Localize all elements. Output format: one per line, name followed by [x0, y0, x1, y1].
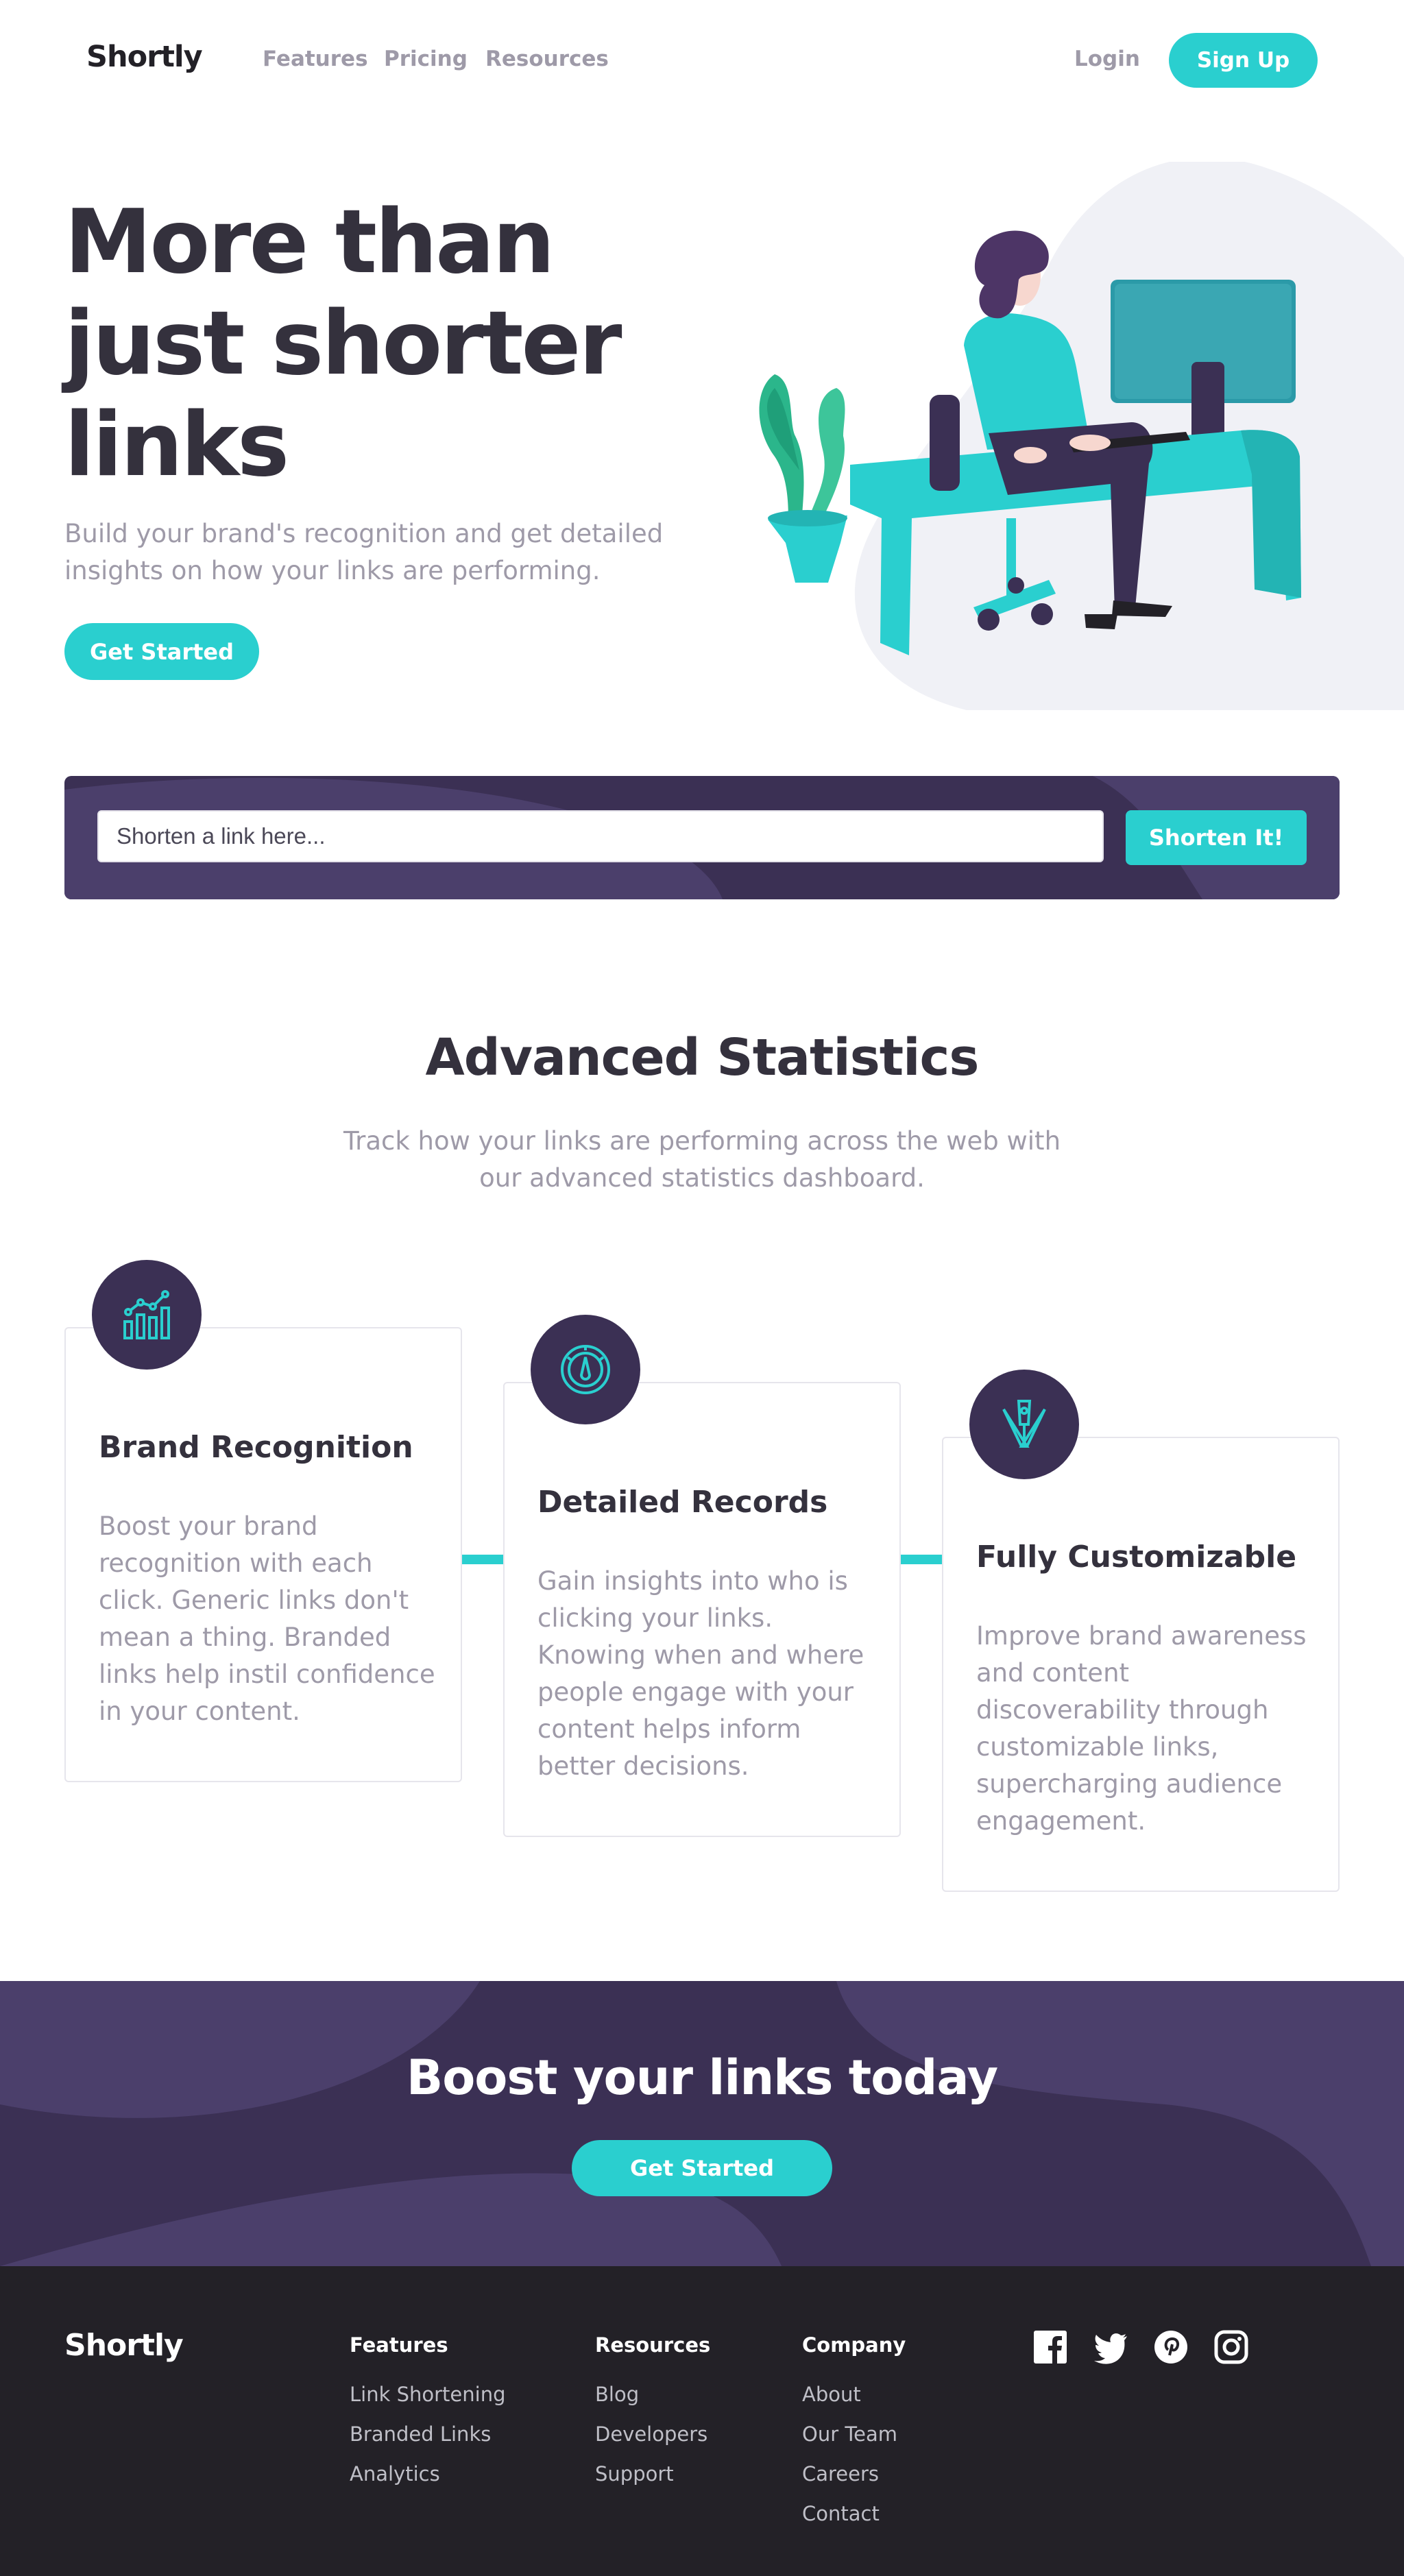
shorten-url-input[interactable]: Shorten a link here... [97, 810, 1104, 862]
instagram-icon[interactable] [1213, 2329, 1249, 2365]
footer-link[interactable]: Link Shortening [350, 2383, 506, 2422]
hero-title: More than just shorter links [64, 192, 654, 496]
card-text: Gain insights into who is clicking your … [537, 1566, 864, 1781]
get-started-button[interactable]: Get Started [64, 623, 259, 680]
footer-logo[interactable]: Shortly [64, 2328, 184, 2363]
card-connector [462, 1555, 503, 1564]
twitter-icon[interactable] [1093, 2329, 1128, 2365]
hero-title-line: More than [64, 191, 555, 293]
stats-subtitle-line: Track how your links are performing acro… [343, 1126, 1061, 1156]
boost-section: Boost your links today Get Started [0, 1981, 1404, 2266]
card-text: Improve brand awareness and content disc… [976, 1621, 1307, 1836]
footer-column-features: Features Link Shortening Branded Links A… [350, 2333, 506, 2502]
facebook-icon[interactable] [1032, 2329, 1068, 2365]
shorten-form: Shorten a link here... Shorten It! [64, 776, 1340, 899]
nav-features[interactable]: Features [263, 47, 368, 71]
feature-card-detailed-records: Detailed Records Gain insights into who … [503, 1315, 901, 1837]
stats-subtitle-line: our advanced statistics dashboard. [479, 1163, 925, 1193]
feature-card-fully-customizable: Fully Customizable Improve brand awarene… [942, 1370, 1340, 1892]
footer-link[interactable]: Careers [802, 2462, 906, 2502]
card-title: Fully Customizable [976, 1540, 1297, 1575]
speedometer-icon [531, 1315, 640, 1424]
footer-column-company: Company About Our Team Careers Contact [802, 2333, 906, 2542]
pinterest-icon[interactable] [1153, 2329, 1189, 2365]
boost-title: Boost your links today [406, 2050, 998, 2106]
hero-title-line: just shorter [64, 293, 622, 395]
stats-title: Advanced Statistics [425, 1028, 980, 1087]
card-text: Boost your brand recognition with each c… [99, 1511, 435, 1726]
footer-column-heading: Resources [595, 2333, 711, 2357]
card-title: Brand Recognition [99, 1430, 413, 1465]
person-working-at-desk-illustration [759, 162, 1404, 710]
footer-column-heading: Features [350, 2333, 448, 2357]
login-link[interactable]: Login [1074, 47, 1140, 71]
footer-link[interactable]: Analytics [350, 2462, 506, 2502]
footer-link[interactable]: Our Team [802, 2422, 906, 2462]
bar-chart-icon [92, 1260, 202, 1370]
footer-link[interactable]: About [802, 2383, 906, 2422]
footer-link[interactable]: Developers [595, 2422, 710, 2462]
card-title: Detailed Records [537, 1485, 828, 1520]
footer-column-resources: Resources Blog Developers Support [595, 2333, 710, 2502]
footer-column-heading: Company [802, 2333, 906, 2357]
hero-subtitle: Build your brand's recognition and get d… [64, 519, 664, 585]
top-nav: Shortly Features Pricing Resources Login… [0, 0, 1404, 118]
feature-card-brand-recognition: Brand Recognition Boost your brand recog… [64, 1260, 462, 1782]
footer-link[interactable]: Blog [595, 2383, 710, 2422]
footer: Shortly Features Link Shortening Branded… [0, 2266, 1404, 2576]
footer-link[interactable]: Branded Links [350, 2422, 506, 2462]
signup-button[interactable]: Sign Up [1169, 33, 1318, 88]
nav-pricing[interactable]: Pricing [384, 47, 468, 71]
hero-title-line: links [64, 394, 289, 496]
brushes-icon [969, 1370, 1079, 1479]
footer-link[interactable]: Contact [802, 2502, 906, 2542]
boost-get-started-button[interactable]: Get Started [572, 2140, 832, 2196]
boost-background-shape [0, 1981, 1404, 2266]
shorten-button[interactable]: Shorten It! [1126, 810, 1307, 865]
nav-resources[interactable]: Resources [485, 47, 609, 71]
footer-link[interactable]: Support [595, 2462, 710, 2502]
stats-subtitle: Track how your links are performing acro… [0, 1123, 1404, 1197]
logo[interactable]: Shortly [86, 40, 203, 74]
card-connector [901, 1555, 942, 1564]
